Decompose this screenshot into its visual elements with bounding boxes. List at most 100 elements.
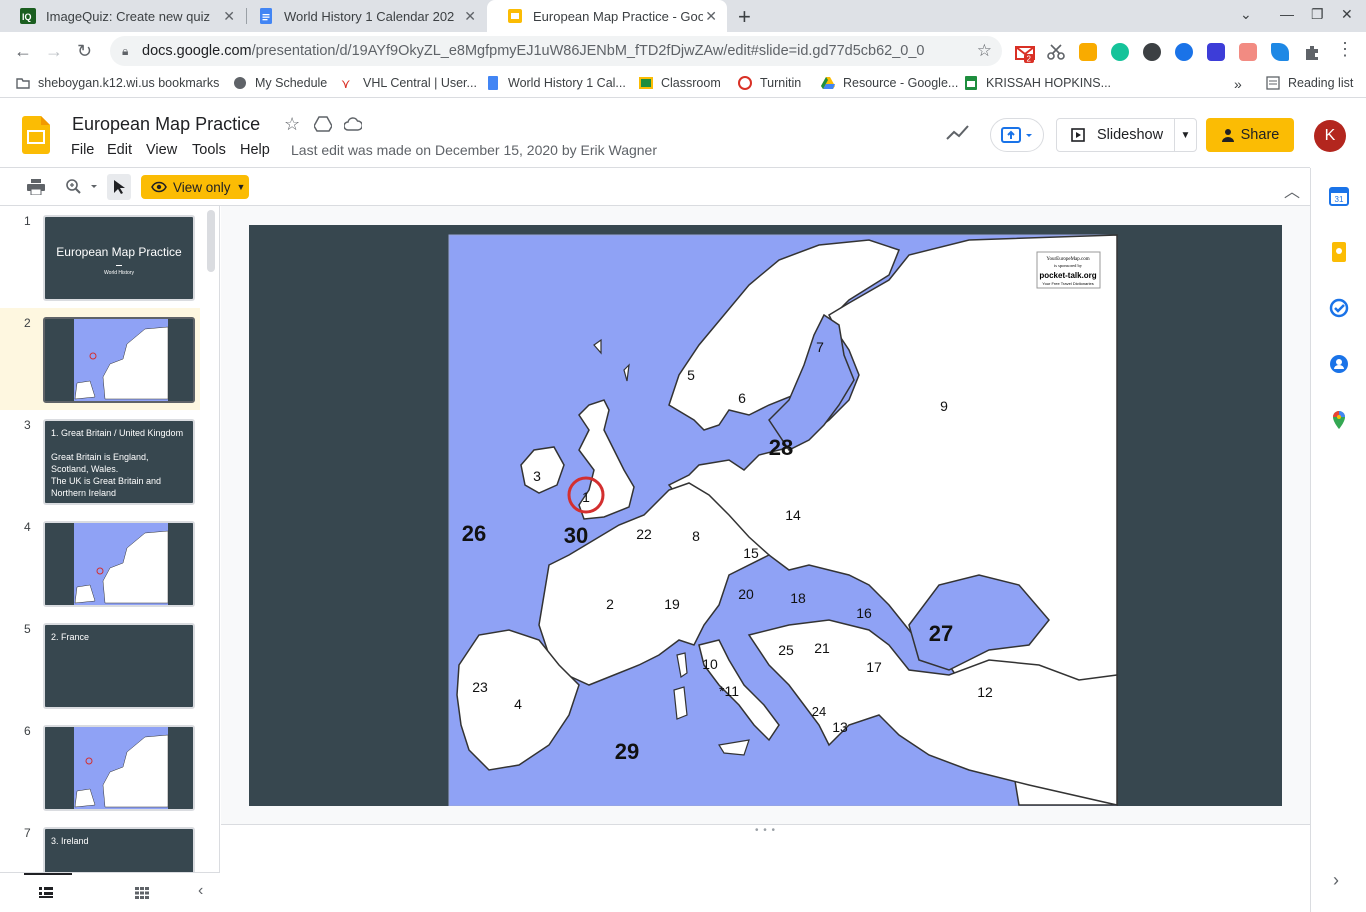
slide-number: 3 (24, 418, 31, 432)
bookmark-resource[interactable]: Resource - Google... (821, 76, 958, 90)
bookmark-world-history[interactable]: World History 1 Cal... (486, 76, 626, 90)
bookmark-classroom[interactable]: Classroom (639, 76, 721, 90)
reading-list-label: Reading list (1288, 76, 1354, 90)
expand-side-panel-icon[interactable]: › (1333, 870, 1339, 891)
c-extension-icon[interactable] (1207, 43, 1225, 61)
view-only-button[interactable]: View only ▼ (141, 175, 249, 199)
minimize-icon[interactable]: — (1280, 6, 1294, 22)
reading-list-button[interactable]: Reading list (1266, 76, 1353, 90)
star-icon[interactable]: ☆ (284, 114, 300, 135)
google-slides-logo[interactable] (22, 116, 50, 154)
present-to-meeting-button[interactable] (990, 118, 1044, 152)
more-bookmarks-button[interactable]: » (1234, 76, 1242, 92)
filmstrip-view-icon[interactable] (39, 887, 53, 899)
bookmark-label: KRISSAH HOPKINS... (986, 76, 1112, 90)
new-tab-icon[interactable]: + (738, 4, 751, 30)
maps-icon[interactable] (1329, 410, 1349, 430)
slideshow-dropdown-icon[interactable]: ▼ (1174, 119, 1196, 151)
current-slide[interactable]: YourEuropeMap.com is sponsored by pocket… (249, 225, 1282, 806)
bookmark-folder[interactable]: sheboygan.k12.wi.us bookmarks (16, 76, 219, 90)
select-cursor-icon[interactable] (107, 174, 131, 200)
map-label-23: 23 (472, 679, 488, 695)
collapse-filmstrip-icon[interactable]: ‹ (198, 882, 203, 900)
menu-file[interactable]: File (71, 142, 94, 158)
contacts-icon[interactable] (1329, 354, 1349, 374)
speaker-notes[interactable]: • • • (221, 824, 1310, 912)
google-docs-icon (258, 8, 274, 24)
menu-edit[interactable]: Edit (107, 142, 132, 158)
close-tab-icon[interactable]: ✕ (705, 8, 717, 25)
map-watermark: YourEuropeMap.com is sponsored by pocket… (1036, 251, 1101, 289)
tab-imagequiz[interactable]: IQ ImageQuiz: Create new quiz ✕ (0, 0, 245, 32)
tasks-icon[interactable] (1329, 298, 1349, 318)
reader-extension-icon[interactable] (1079, 43, 1097, 61)
map-label-20: 20 (738, 586, 754, 602)
address-bar[interactable]: 🔒︎ docs.google.com/presentation/d/19AYf9… (110, 36, 1002, 66)
share-person-icon (1221, 128, 1235, 142)
account-avatar[interactable]: K (1314, 120, 1346, 152)
document-title[interactable]: European Map Practice (72, 114, 260, 135)
bookmark-vhl[interactable]: ⋎ VHL Central | User... (341, 76, 477, 91)
bookmark-krissah[interactable]: KRISSAH HOPKINS... (964, 76, 1111, 90)
map-label-25: 25 (778, 642, 794, 658)
collapse-menus-icon[interactable]: ︿ (1284, 178, 1300, 202)
menu-tools[interactable]: Tools (192, 142, 226, 158)
move-to-drive-icon[interactable] (314, 115, 332, 133)
site-lock-icon[interactable]: 🔒︎ (122, 44, 142, 59)
close-tab-icon[interactable]: ✕ (223, 8, 235, 25)
bookmark-turnitin[interactable]: Turnitin (738, 76, 801, 90)
cloud-saved-icon[interactable] (344, 117, 362, 131)
slide-thumbnail-4[interactable]: 4 (0, 512, 205, 614)
reload-icon[interactable]: ↻ (77, 41, 92, 62)
bookmark-label: Resource - Google... (843, 76, 959, 90)
close-window-icon[interactable]: ✕ (1341, 6, 1353, 23)
filmstrip-scrollbar[interactable] (207, 210, 215, 272)
zoom-icon[interactable] (66, 179, 98, 195)
tab-search-icon[interactable]: ⌄ (1240, 6, 1252, 23)
slide-thumbnail-2[interactable]: 2 (0, 308, 200, 410)
watermark-line: YourEuropeMap.com (1046, 257, 1089, 262)
close-tab-icon[interactable]: ✕ (464, 8, 476, 25)
bookmark-my-schedule[interactable]: My Schedule (233, 76, 327, 90)
slide-thumbnail-6[interactable]: 6 (0, 716, 205, 818)
menu-help[interactable]: Help (240, 142, 270, 158)
share-button[interactable]: Share (1206, 118, 1294, 152)
grammarly-icon[interactable] (1111, 43, 1129, 61)
calendar-icon[interactable]: 31 (1329, 186, 1349, 206)
filmstrip-footer: ‹ (0, 872, 220, 912)
map-label-27: 27 (929, 621, 953, 646)
slide-number: 5 (24, 622, 31, 636)
thumb-subtitle: World History (104, 270, 134, 276)
gmail-extension-icon[interactable]: 2 (1015, 43, 1035, 63)
slide-thumbnail-3[interactable]: 3 1. Great Britain / United Kingdom Grea… (0, 410, 205, 512)
grid-view-icon[interactable] (135, 887, 149, 899)
menu-view[interactable]: View (146, 142, 177, 158)
slideshow-button[interactable]: Slideshow ▼ (1056, 118, 1197, 152)
last-edit-link[interactable]: Last edit was made on December 15, 2020 … (291, 142, 657, 158)
spy-extension-icon[interactable] (1143, 43, 1161, 61)
bookmark-label: sheboygan.k12.wi.us bookmarks (38, 76, 220, 90)
bookmark-star-icon[interactable]: ☆ (977, 41, 992, 61)
screencast-extension-icon[interactable] (1239, 43, 1257, 61)
slideshow-icon (1071, 128, 1085, 142)
restore-icon[interactable]: ❐ (1311, 6, 1324, 23)
slide-thumbnail-1[interactable]: 1 European Map Practice World History (0, 206, 205, 308)
activity-trend-icon[interactable] (946, 124, 970, 140)
slide-number: 6 (24, 724, 31, 738)
keep-icon[interactable] (1329, 242, 1349, 262)
tab-world-history-calendar[interactable]: World History 1 Calendar 2021 - ✕ (238, 0, 486, 32)
slide-thumbnail-7[interactable]: 7 3. Ireland (0, 818, 205, 872)
tab-european-map-practice[interactable]: European Map Practice - Google ✕ (487, 0, 727, 32)
browser-tab-bar: IQ ImageQuiz: Create new quiz ✕ World Hi… (0, 0, 1366, 32)
puzzle-extensions-icon[interactable] (1303, 43, 1321, 61)
send-extension-icon[interactable] (1271, 43, 1289, 61)
bookmarks-bar: sheboygan.k12.wi.us bookmarks My Schedul… (0, 70, 1366, 98)
shield-extension-icon[interactable] (1175, 43, 1193, 61)
scissors-extension-icon[interactable] (1047, 43, 1065, 61)
slide-thumbnail-5[interactable]: 5 2. France (0, 614, 205, 716)
forward-icon[interactable]: → (45, 41, 63, 62)
print-icon[interactable] (27, 179, 45, 195)
notes-resize-handle[interactable]: • • • (755, 825, 776, 836)
back-icon[interactable]: ← (14, 41, 32, 62)
chrome-menu-icon[interactable]: ⋮ (1336, 39, 1354, 60)
